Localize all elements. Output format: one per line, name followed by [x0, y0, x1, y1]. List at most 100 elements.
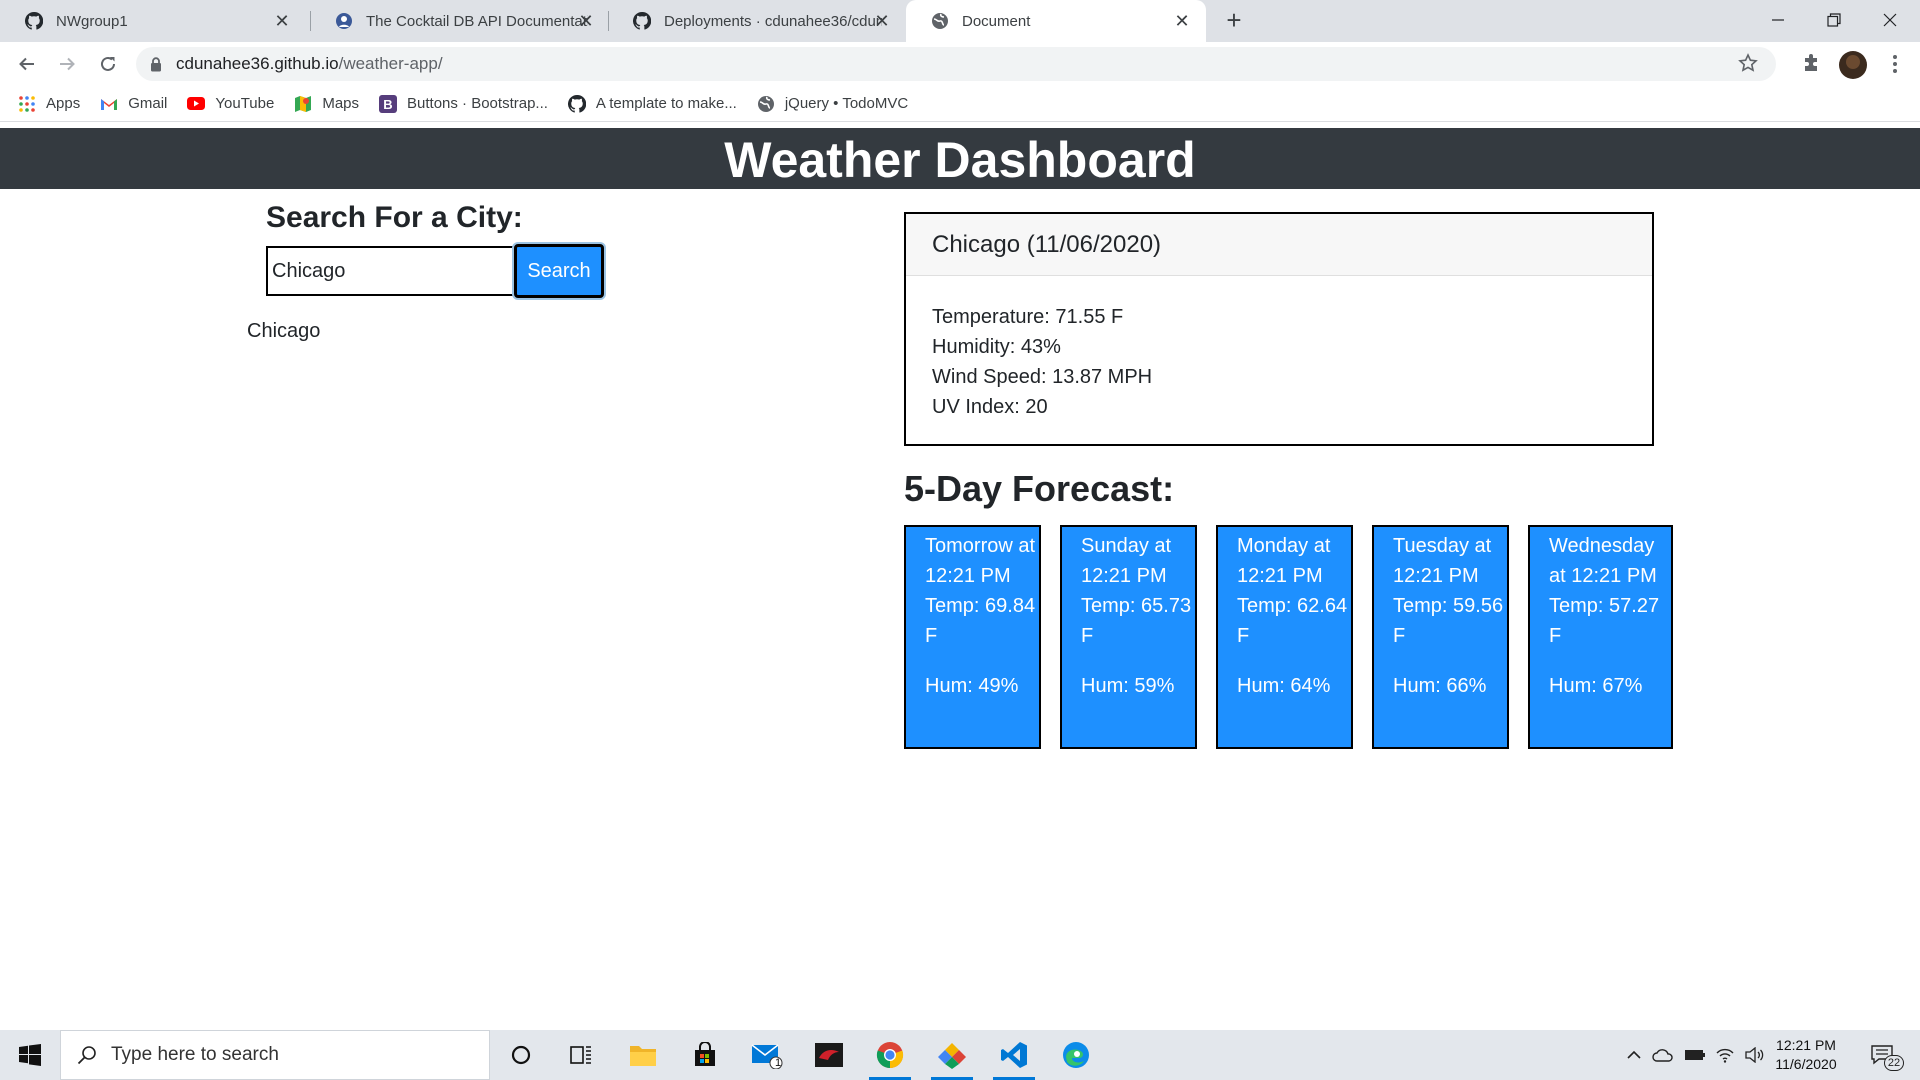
- forecast-date: Wednesday at 12:21 PM: [1549, 535, 1657, 587]
- bookmark-label: YouTube: [215, 95, 275, 112]
- forecast-date: Tuesday at 12:21 PM: [1393, 535, 1492, 587]
- more-menu-icon[interactable]: [1881, 50, 1909, 78]
- clock-time: 12:21 PM: [1776, 1037, 1836, 1053]
- reload-icon[interactable]: [92, 48, 124, 80]
- bookmark-bootstrap[interactable]: B Buttons · Bootstrap...: [379, 94, 548, 113]
- globe-icon: [930, 11, 950, 31]
- bookmark-label: jQuery • TodoMVC: [784, 95, 909, 112]
- volume-icon[interactable]: [1742, 1030, 1768, 1080]
- forecast-humidity: Hum: 59%: [1081, 675, 1175, 697]
- profile-avatar[interactable]: [1839, 51, 1867, 79]
- new-tab-button[interactable]: +: [1220, 7, 1248, 35]
- close-icon[interactable]: ✕: [272, 11, 292, 31]
- bookmark-apps[interactable]: Apps: [18, 95, 80, 113]
- windows-start-icon[interactable]: [0, 1030, 60, 1080]
- forecast-card: Wednesday at 12:21 PM Temp: 57.27 F Hum:…: [1528, 525, 1673, 749]
- bookmark-label: A template to make...: [595, 95, 737, 112]
- close-icon[interactable]: ✕: [872, 11, 892, 31]
- close-icon[interactable]: ✕: [1172, 11, 1192, 31]
- current-humidity: Humidity: 43%: [932, 336, 1061, 358]
- bookmarks-bar: Apps Gmail YouTube Maps B Buttons · Boot…: [0, 86, 1920, 122]
- github-icon: [632, 11, 652, 31]
- taskbar-search-placeholder: Type here to search: [111, 1044, 279, 1065]
- search-icon: [77, 1045, 97, 1065]
- chevron-up-icon[interactable]: [1622, 1030, 1646, 1080]
- restore-icon[interactable]: [1806, 0, 1862, 40]
- git-app-icon[interactable]: [925, 1030, 979, 1080]
- vscode-icon[interactable]: [987, 1030, 1041, 1080]
- search-button[interactable]: Search: [514, 244, 604, 298]
- forecast-temp: Temp: 65.73 F: [1081, 595, 1192, 647]
- store-icon[interactable]: [678, 1030, 732, 1080]
- url-path: /weather-app/: [338, 54, 443, 73]
- cortana-icon[interactable]: [494, 1030, 548, 1080]
- browser-toolbar: cdunahee36.github.io /weather-app/: [0, 42, 1920, 86]
- weather-app-page: Weather Dashboard Search For a City: Sea…: [0, 128, 1920, 1028]
- forecast-heading: 5-Day Forecast:: [904, 468, 1175, 509]
- tab-title: The Cocktail DB API Documentation: [366, 12, 588, 30]
- battery-icon[interactable]: [1682, 1030, 1708, 1080]
- onedrive-cloud-icon[interactable]: [1650, 1030, 1676, 1080]
- bookmark-youtube[interactable]: YouTube: [187, 95, 274, 113]
- youtube-icon: [187, 95, 206, 113]
- city-search-input[interactable]: [266, 246, 514, 296]
- game-app-icon[interactable]: [802, 1030, 856, 1080]
- task-view-icon[interactable]: [554, 1030, 608, 1080]
- tab-nwgroup1[interactable]: NWgroup1 ✕: [0, 0, 306, 42]
- taskbar-search-box[interactable]: Type here to search: [60, 1030, 490, 1080]
- search-heading: Search For a City:: [266, 201, 523, 234]
- svg-text:B: B: [383, 97, 392, 112]
- forecast-temp: Temp: 62.64 F: [1237, 595, 1348, 647]
- github-icon: [567, 94, 586, 113]
- notification-center-icon[interactable]: 22: [1862, 1030, 1904, 1080]
- tab-deployments[interactable]: Deployments · cdunahee36/cdunahee36 ✕: [608, 0, 906, 42]
- current-weather-body: Temperature: 71.55 F Humidity: 43% Wind …: [906, 276, 1652, 422]
- tab-title: NWgroup1: [56, 12, 128, 30]
- bookmark-maps[interactable]: Maps: [294, 95, 359, 113]
- forecast-temp: Temp: 69.84 F: [925, 595, 1036, 647]
- forecast-temp: Temp: 57.27 F: [1549, 595, 1660, 647]
- back-arrow-icon[interactable]: [11, 48, 43, 80]
- bookmark-jquery-todomvc[interactable]: jQuery • TodoMVC: [757, 95, 908, 113]
- bookmark-template[interactable]: A template to make...: [567, 94, 737, 113]
- window-close-icon[interactable]: [1862, 0, 1918, 40]
- forecast-card: Tuesday at 12:21 PM Temp: 59.56 F Hum: 6…: [1372, 525, 1509, 749]
- notification-count: 22: [1884, 1055, 1904, 1071]
- apps-grid-icon: [18, 95, 36, 113]
- forecast-humidity: Hum: 64%: [1237, 675, 1331, 697]
- forecast-date: Monday at 12:21 PM: [1237, 535, 1331, 587]
- browser-tab-bar: NWgroup1 ✕ The Cocktail DB API Documenta…: [0, 0, 1920, 42]
- gmail-icon: [100, 95, 118, 113]
- system-clock[interactable]: 12:21 PM 11/6/2020: [1770, 1036, 1842, 1074]
- bookmark-label: Apps: [46, 95, 81, 112]
- address-bar[interactable]: cdunahee36.github.io /weather-app/: [136, 47, 1776, 81]
- minimize-icon[interactable]: [1750, 0, 1806, 40]
- tab-cocktaildb[interactable]: The Cocktail DB API Documentation ✕: [310, 0, 610, 42]
- forecast-date: Sunday at 12:21 PM: [1081, 535, 1172, 587]
- chrome-icon[interactable]: [863, 1030, 917, 1080]
- forward-arrow-icon[interactable]: [51, 48, 83, 80]
- tab-title: Deployments · cdunahee36/cdunahee36: [664, 12, 882, 30]
- forecast-humidity: Hum: 66%: [1393, 675, 1487, 697]
- lock-icon: [150, 56, 162, 72]
- forecast-card: Monday at 12:21 PM Temp: 62.64 F Hum: 64…: [1216, 525, 1353, 749]
- search-history-item[interactable]: Chicago: [247, 320, 320, 343]
- extensions-puzzle-icon[interactable]: [1797, 50, 1825, 78]
- tab-document[interactable]: Document ✕: [906, 0, 1206, 42]
- current-weather-heading: Chicago (11/06/2020): [906, 214, 1652, 276]
- bookmark-star-icon[interactable]: [1738, 53, 1758, 78]
- forecast-date: Tomorrow at 12:21 PM: [925, 535, 1036, 587]
- current-temperature: Temperature: 71.55 F: [932, 306, 1124, 328]
- mail-icon[interactable]: 1: [740, 1030, 794, 1080]
- wifi-icon[interactable]: [1712, 1030, 1738, 1080]
- edge-icon[interactable]: [1049, 1030, 1103, 1080]
- close-icon[interactable]: ✕: [576, 11, 596, 31]
- bootstrap-icon: B: [379, 94, 398, 113]
- bookmark-gmail[interactable]: Gmail: [100, 95, 167, 113]
- url-host: cdunahee36.github.io: [176, 54, 339, 73]
- tab-title: Document: [962, 12, 1031, 30]
- forecast-humidity: Hum: 67%: [1549, 675, 1643, 697]
- file-explorer-icon[interactable]: [616, 1030, 670, 1080]
- maps-icon: [294, 95, 312, 113]
- github-icon: [24, 11, 44, 31]
